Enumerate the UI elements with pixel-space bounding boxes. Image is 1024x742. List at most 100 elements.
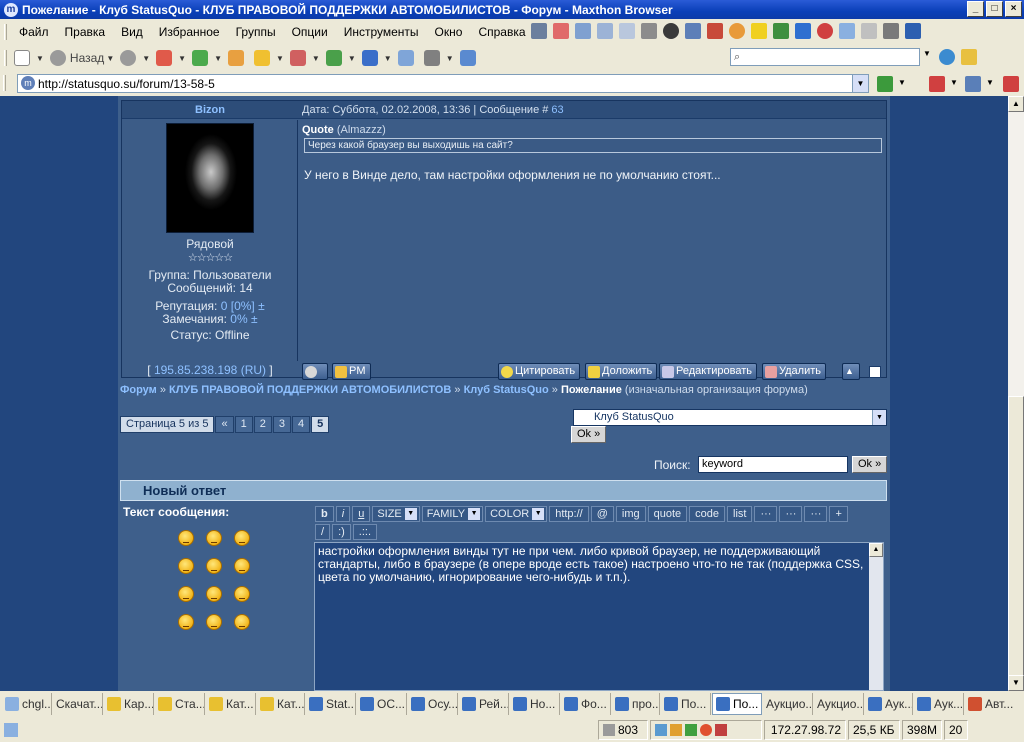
palette-icon[interactable] [729, 23, 745, 39]
close-tab-icon[interactable] [929, 76, 945, 92]
gmail-icon[interactable] [707, 23, 723, 39]
print-icon[interactable] [883, 23, 899, 39]
scroll-down-icon[interactable]: ▼ [1008, 675, 1024, 691]
globe-icon[interactable] [939, 49, 955, 65]
new-page-button[interactable]: ▼ [11, 47, 47, 69]
tongue-smiley-icon[interactable] [178, 614, 194, 630]
maximize-button[interactable]: □ [986, 1, 1003, 17]
scroll-thumb[interactable] [1008, 396, 1024, 681]
tab-17[interactable]: Аукцио... [814, 693, 864, 715]
quote-button[interactable]: Цитировать [498, 363, 581, 380]
crying-smiley-icon[interactable] [178, 558, 194, 574]
warnings-link[interactable]: 0% [230, 312, 247, 326]
reputation-link[interactable]: 0 [0%] [221, 299, 255, 313]
special-chars-button[interactable]: .::. [352, 524, 378, 540]
go-icon[interactable] [877, 76, 893, 92]
tab-8[interactable]: ОС... [357, 693, 407, 715]
media-button[interactable]: ▼ [421, 47, 457, 69]
menu-view[interactable]: Вид [113, 22, 151, 42]
tab-20[interactable]: Авт... [965, 693, 1017, 715]
select-post-checkbox[interactable] [869, 366, 881, 378]
flower-icon[interactable] [700, 724, 712, 736]
warnings-change-link[interactable]: ± [251, 312, 258, 326]
tab-4[interactable]: Ста... [155, 693, 205, 715]
url-field[interactable]: m http://statusquo.su/forum/13-58-5 ▼ [17, 74, 869, 93]
reputation-change-link[interactable]: ± [258, 299, 265, 313]
tab-14[interactable]: По... [661, 693, 711, 715]
breadcrumb-forum[interactable]: Форум [120, 384, 157, 396]
tab-19[interactable]: Аук... [914, 693, 964, 715]
translate-icon[interactable] [575, 23, 591, 39]
url-dropdown-icon[interactable]: ▼ [852, 75, 868, 92]
forum-jump-select[interactable]: Клуб StatusQuo ▼ [573, 409, 887, 426]
tab-5[interactable]: Кат... [206, 693, 256, 715]
family-select[interactable]: FAMILY ▼ [421, 506, 484, 522]
highlight-icon[interactable] [961, 49, 977, 65]
post-number-link[interactable]: 63 [551, 104, 563, 116]
save-icon[interactable] [905, 23, 921, 39]
tab-7[interactable]: Stat... [306, 693, 356, 715]
tab-6[interactable]: Кат... [257, 693, 305, 715]
menu-options[interactable]: Опции [284, 22, 336, 42]
delete-button[interactable]: Удалить [762, 363, 826, 380]
feed-icon[interactable] [685, 23, 701, 39]
block-icon[interactable] [670, 724, 682, 736]
neutral-smiley-icon[interactable] [234, 614, 250, 630]
color-select[interactable]: COLOR ▼ [485, 506, 548, 522]
pm-button[interactable]: PM [332, 363, 371, 380]
angry-smiley-icon[interactable] [178, 530, 194, 546]
worried-smiley-icon[interactable] [178, 586, 194, 602]
italic-button[interactable]: i [335, 506, 351, 522]
groups-button[interactable]: ▼ [287, 47, 323, 69]
confused-smiley-icon[interactable] [206, 614, 222, 630]
tools-icon[interactable] [641, 23, 657, 39]
breadcrumb-section[interactable]: КЛУБ ПРАВОВОЙ ПОДДЕРЖКИ АВТОМОБИЛИСТОВ [169, 384, 451, 396]
page-3[interactable]: 3 [272, 416, 291, 433]
more-button-3[interactable]: ··· [804, 506, 828, 522]
menu-edit[interactable]: Правка [57, 22, 114, 42]
close-dropdown-icon[interactable]: ▼ [950, 78, 958, 87]
target-icon[interactable] [817, 23, 833, 39]
restore-dropdown-icon[interactable]: ▼ [986, 78, 994, 87]
sad-smiley-icon[interactable] [206, 558, 222, 574]
menu-help[interactable]: Справка [470, 22, 533, 42]
close-tag-button[interactable]: / [315, 524, 331, 540]
upload-button[interactable]: ▼ [251, 47, 287, 69]
menu-favorites[interactable]: Избранное [151, 22, 228, 42]
menu-tools[interactable]: Инструменты [336, 22, 427, 42]
url-button[interactable]: http:// [549, 506, 589, 522]
recycle-icon[interactable] [685, 724, 697, 736]
eraser-icon[interactable] [553, 23, 569, 39]
magnifier-icon[interactable] [619, 23, 635, 39]
page-current[interactable]: 5 [311, 416, 330, 433]
size-select[interactable]: SIZE ▼ [372, 506, 420, 522]
edit-button[interactable]: Редактировать [659, 363, 757, 380]
notes-icon[interactable] [597, 23, 613, 39]
page-2[interactable]: 2 [253, 416, 272, 433]
grid-options-icon[interactable] [861, 23, 877, 39]
tab-1[interactable]: chgl... [2, 693, 52, 715]
menu-file[interactable]: Файл [11, 22, 57, 42]
undo-button[interactable]: ▼ [359, 47, 395, 69]
link-icon[interactable] [655, 724, 667, 736]
bold-button[interactable]: b [315, 506, 334, 522]
grid-icon[interactable] [531, 23, 547, 39]
toolbar-search-input[interactable]: ⌕ [730, 48, 920, 66]
country-link[interactable]: RU [245, 363, 262, 377]
menu-groups[interactable]: Группы [228, 22, 284, 42]
menu-window[interactable]: Окно [427, 22, 471, 42]
report-button[interactable]: Доложить [585, 363, 658, 380]
recycle-icon[interactable] [773, 23, 789, 39]
search-dropdown-icon[interactable]: ▼ [923, 49, 931, 58]
scroll-top-button[interactable]: ▲ [842, 363, 860, 380]
tab-11[interactable]: Но... [510, 693, 560, 715]
window-icon[interactable] [839, 23, 855, 39]
forward-button[interactable]: ▼ [117, 47, 153, 69]
refresh-icon[interactable] [795, 23, 811, 39]
chevron-down-icon[interactable]: ▼ [872, 410, 886, 425]
toolbar-grip[interactable] [4, 50, 7, 66]
tab-12[interactable]: Фо... [561, 693, 611, 715]
minimize-button[interactable]: _ [967, 1, 984, 17]
home-button[interactable] [225, 47, 251, 69]
search-ok-button[interactable]: Ok » [852, 456, 888, 473]
